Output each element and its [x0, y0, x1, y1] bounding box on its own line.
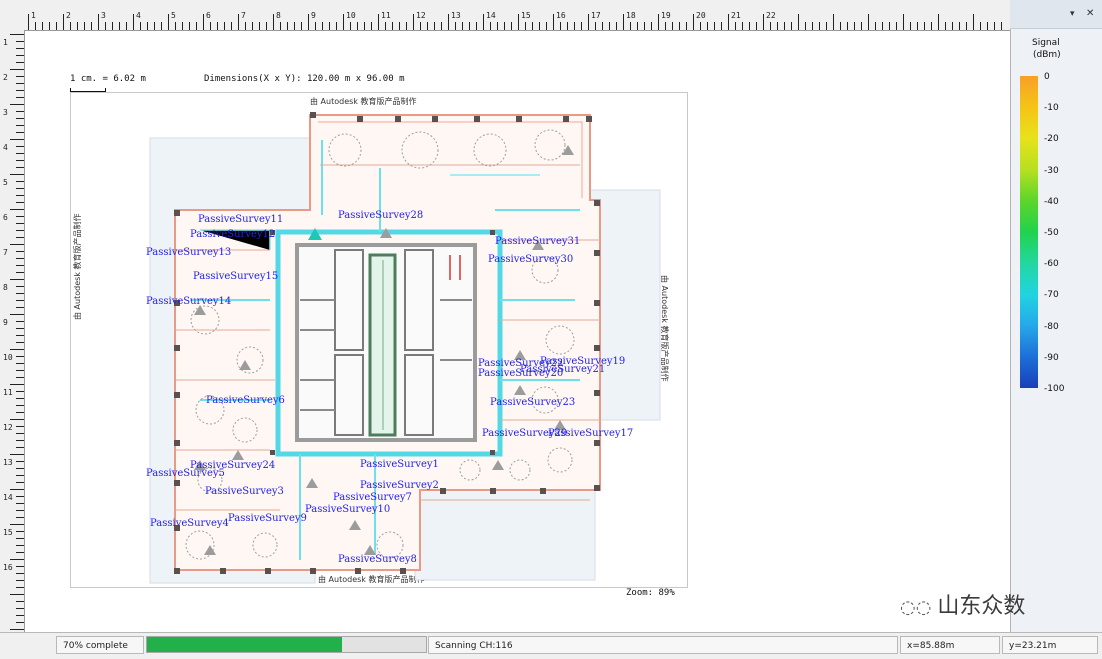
survey-point-label[interactable]: PassiveSurvey2: [360, 480, 439, 491]
survey-point-label[interactable]: PassiveSurvey19: [540, 356, 625, 367]
legend-tick-label: -40: [1044, 196, 1059, 207]
survey-point-label[interactable]: PassiveSurvey12: [190, 229, 275, 240]
progress-fill: [147, 637, 342, 652]
survey-point-label[interactable]: PassiveSurvey10: [305, 504, 390, 515]
pin-icon[interactable]: ▾: [1070, 9, 1075, 19]
survey-point-label[interactable]: PassiveSurvey28: [338, 210, 423, 221]
survey-point-label[interactable]: PassiveSurvey9: [228, 513, 307, 524]
legend-tick-label: -50: [1044, 228, 1059, 238]
survey-point-label[interactable]: PassiveSurvey8: [338, 554, 417, 565]
floor-plan-drawing: [149, 112, 661, 584]
legend-tick-label: -10: [1044, 103, 1059, 114]
survey-point-label[interactable]: PassiveSurvey17: [548, 428, 633, 439]
survey-point-label[interactable]: PassiveSurvey24: [190, 460, 275, 471]
progress-label: 70% complete: [56, 636, 144, 654]
legend-tick-label: -70: [1044, 290, 1059, 301]
survey-point-label[interactable]: PassiveSurvey7: [333, 492, 412, 503]
survey-point-label[interactable]: PassiveSurvey14: [146, 296, 231, 307]
survey-point-label[interactable]: PassiveSurvey13: [146, 247, 231, 258]
survey-point-label[interactable]: PassiveSurvey3: [205, 486, 284, 497]
legend-tick-label: -100: [1044, 384, 1065, 394]
brand-watermark-text: 山东众数: [937, 594, 1026, 619]
legend-tick-label: -90: [1044, 352, 1059, 363]
legend-unit: (dBm): [1033, 50, 1061, 60]
survey-point-label[interactable]: PassiveSurvey11: [198, 214, 283, 225]
close-icon[interactable]: ✕: [1086, 8, 1094, 19]
legend-tick-label: 0: [1044, 72, 1050, 82]
legend-tick-label: -60: [1044, 259, 1059, 270]
legend-title: Signal: [1032, 38, 1060, 48]
survey-point-label[interactable]: PassiveSurvey1: [360, 459, 439, 470]
x-coordinate: x=85.88m: [900, 636, 1000, 654]
survey-point-label[interactable]: PassiveSurvey20: [478, 368, 563, 379]
survey-point-label[interactable]: PassiveSurvey15: [193, 271, 278, 282]
y-coordinate: y=23.21m: [1002, 636, 1098, 654]
wechat-icon: ◌◌: [900, 597, 932, 618]
survey-point-label[interactable]: PassiveSurvey31: [495, 236, 580, 247]
survey-point-label[interactable]: PassiveSurvey23: [490, 397, 575, 408]
survey-point-label[interactable]: PassiveSurvey6: [206, 395, 285, 406]
legend-tick-label: -30: [1044, 165, 1059, 176]
survey-point-label[interactable]: PassiveSurvey30: [488, 254, 573, 265]
brand-watermark: ◌◌ 山东众数: [900, 588, 1025, 620]
signal-color-scale: [1020, 76, 1038, 388]
survey-point-label[interactable]: PassiveSurvey4: [150, 518, 229, 529]
legend-tick-label: -20: [1044, 134, 1059, 145]
legend-tick-label: -80: [1044, 321, 1059, 332]
scan-status: Scanning CH:116: [428, 636, 898, 654]
